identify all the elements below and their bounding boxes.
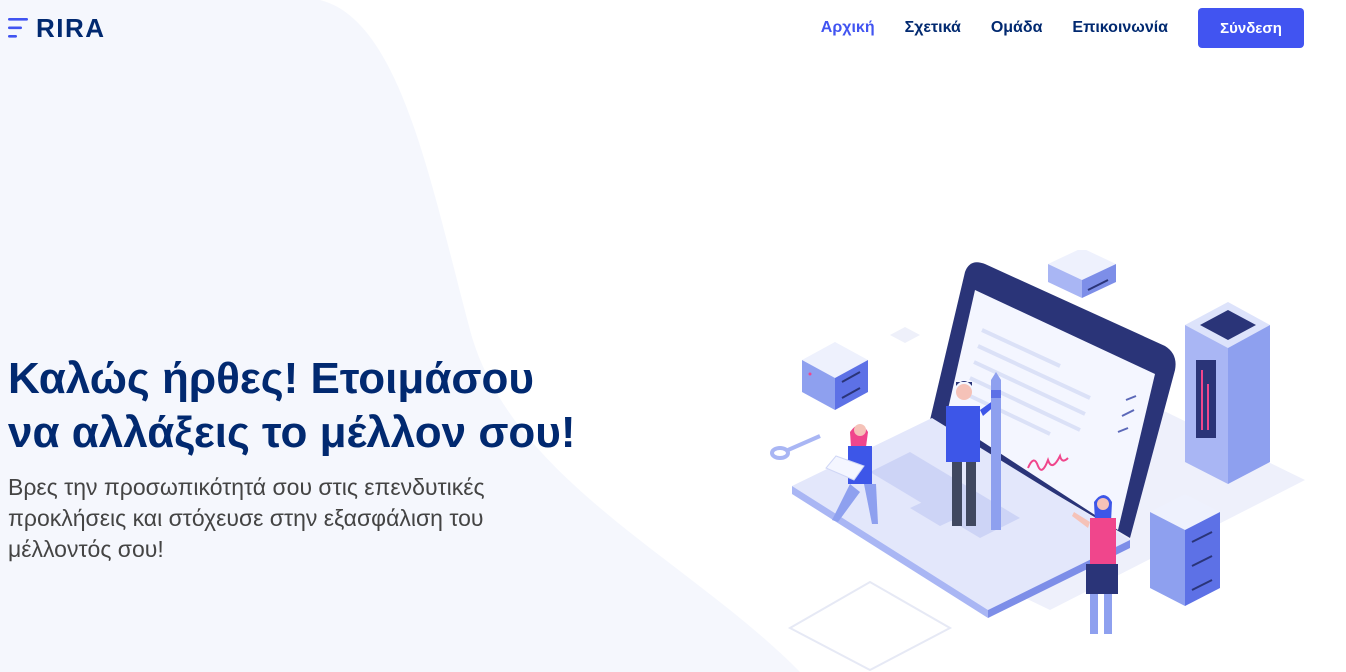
menu-lines-icon: [8, 18, 28, 38]
hero-title-line-1: Καλώς ήρθες! Ετοιμάσου: [8, 354, 534, 403]
hero-section: Καλώς ήρθες! Ετοιμάσου να αλλάξεις το μέ…: [8, 352, 688, 565]
main-nav: Αρχική Σχετικά Ομάδα Επικοινωνία Σύνδεση: [791, 8, 1346, 48]
nav-link-home[interactable]: Αρχική: [821, 19, 875, 37]
hero-title: Καλώς ήρθες! Ετοιμάσου να αλλάξεις το μέ…: [8, 352, 688, 460]
nav-link-team[interactable]: Ομάδα: [991, 19, 1043, 37]
site-header: RIRA Αρχική Σχετικά Ομάδα Επικοινωνία Σύ…: [0, 0, 1346, 56]
hero-title-line-2: να αλλάξεις το μέλλον σου!: [8, 408, 576, 457]
login-button[interactable]: Σύνδεση: [1198, 8, 1304, 48]
brand-name: RIRA: [36, 12, 106, 43]
brand-logo[interactable]: RIRA: [8, 12, 106, 43]
nav-link-about[interactable]: Σχετικά: [905, 19, 961, 37]
laptop-signing-contract-illustration: [770, 250, 1305, 672]
hero-subtitle: Βρες την προσωπικότητά σου στις επενδυτι…: [8, 474, 485, 562]
nav-link-contact[interactable]: Επικοινωνία: [1072, 19, 1168, 37]
